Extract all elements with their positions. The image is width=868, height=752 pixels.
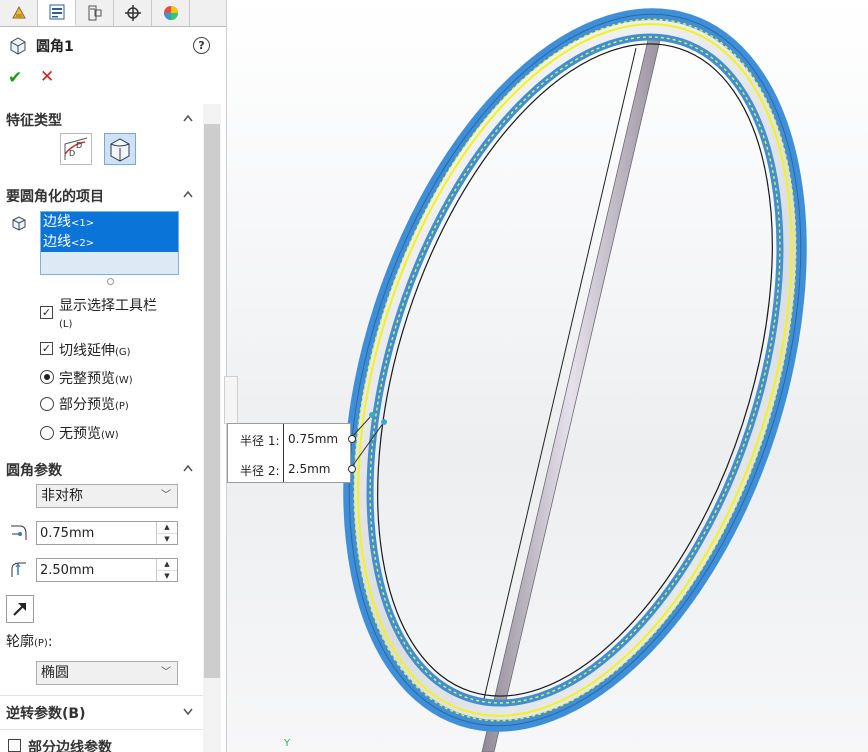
arrow-up-right-icon <box>13 603 26 616</box>
spin-down-button[interactable]: ▼ <box>157 534 177 545</box>
distance1-input[interactable]: 0.75mm ▲ ▼ <box>36 521 178 545</box>
chevron-up-icon[interactable] <box>182 462 194 474</box>
svg-text:D: D <box>69 149 75 158</box>
help-icon[interactable]: ? <box>193 37 210 54</box>
cancel-button[interactable]: ✕ <box>40 67 54 87</box>
partial-preview-radio[interactable] <box>40 397 54 411</box>
full-preview-label: 完整预览(W) <box>59 371 133 387</box>
partial-edge-checkbox[interactable] <box>8 739 21 752</box>
chevron-up-icon[interactable] <box>182 112 194 124</box>
radius1-value[interactable]: 0.75mm <box>288 432 338 446</box>
fillet-feature-icon <box>10 37 26 55</box>
radius2-value[interactable]: 2.5mm <box>288 462 330 476</box>
feature-title-row: 圆角1 ? <box>0 32 226 58</box>
graphics-viewport[interactable]: Y <box>227 0 868 752</box>
no-preview-label: 无预览(W) <box>59 426 119 442</box>
spin-down-button[interactable]: ▼ <box>157 571 177 582</box>
profile-label: 轮廓(P): <box>6 634 53 650</box>
chevron-down-icon[interactable] <box>182 705 194 717</box>
section-feature-type[interactable]: 特征类型 <box>6 110 62 130</box>
svg-text:D: D <box>76 141 82 150</box>
show-selection-toolbar-label: 显示选择工具栏 (L) <box>59 298 157 330</box>
selected-items-list[interactable]: 边线<1> 边线<2> <box>40 211 179 275</box>
callout-handle[interactable] <box>348 465 356 473</box>
section-items-to-fillet[interactable]: 要圆角化的项目 <box>6 186 104 206</box>
list-item[interactable]: 边线<1> <box>41 212 178 232</box>
display-manager-icon <box>163 6 178 20</box>
edge-selection-icon <box>12 216 26 231</box>
profile-select[interactable]: 椭圆 ﹀ <box>36 661 178 685</box>
section-partial-edge-params[interactable]: 部分边线参数 <box>28 737 112 752</box>
distance2-input[interactable]: 2.50mm ▲ ▼ <box>36 558 178 582</box>
manager-tabs <box>0 0 226 27</box>
distance1-icon <box>11 525 27 540</box>
section-fillet-params[interactable]: 圆角参数 <box>6 460 62 480</box>
ok-button[interactable]: ✔ <box>8 68 22 88</box>
tangent-propagation-label: 切线延伸(G) <box>59 343 131 359</box>
constant-size-fillet-button[interactable]: DD <box>60 133 92 165</box>
resize-handle[interactable] <box>107 278 114 285</box>
fillet-ring[interactable] <box>266 0 868 752</box>
no-preview-radio[interactable] <box>40 426 54 440</box>
partial-preview-label: 部分预览(P) <box>59 397 129 413</box>
feature-manager-icon <box>11 5 26 19</box>
divider <box>0 729 203 730</box>
callout-handle[interactable] <box>348 435 356 443</box>
property-manager: 圆角1 ? ✔ ✕ 特征类型 DD 要圆角化的项目 边线<1> 边线<2> ✓ … <box>0 0 227 752</box>
show-selection-toolbar-checkbox[interactable]: ✓ <box>40 306 53 319</box>
radius-callout[interactable]: 半径 1: 0.75mm 半径 2: 2.5mm <box>227 423 356 483</box>
chevron-down-icon: ﹀ <box>161 490 171 501</box>
distance2-icon <box>11 562 26 577</box>
panel-collapse-handle[interactable] <box>224 376 238 424</box>
full-preview-radio[interactable] <box>40 370 54 384</box>
panel-scrollbar-thumb[interactable] <box>204 124 220 678</box>
dimxpert-icon <box>124 5 141 21</box>
radius1-label: 半径 1: <box>240 434 280 448</box>
fillet-method-select[interactable]: 非对称 ﹀ <box>36 484 178 508</box>
property-manager-icon <box>49 4 64 20</box>
display-manager-tab[interactable] <box>152 0 190 26</box>
dimxpert-tab[interactable] <box>114 0 152 26</box>
list-item[interactable]: 边线<2> <box>41 232 178 252</box>
face-fillet-icon <box>110 138 130 162</box>
property-manager-tab[interactable] <box>38 0 76 26</box>
triad-y-label: Y <box>283 738 291 749</box>
variable-fillet-button[interactable] <box>104 133 136 165</box>
callout-divider <box>283 424 284 482</box>
divider <box>0 695 203 696</box>
configuration-manager-tab[interactable] <box>76 0 114 26</box>
page-title: 圆角1 <box>36 39 74 55</box>
constant-fillet-icon: DD <box>64 137 88 160</box>
section-reverse-params[interactable]: 逆转参数(B) <box>6 703 85 723</box>
configuration-manager-icon <box>88 5 101 21</box>
reverse-direction-button[interactable] <box>6 595 34 623</box>
chevron-up-icon[interactable] <box>182 188 194 200</box>
spin-up-button[interactable]: ▲ <box>157 559 177 571</box>
chevron-down-icon: ﹀ <box>161 667 171 678</box>
model-view: Y <box>266 0 868 752</box>
tangent-propagation-checkbox[interactable]: ✓ <box>40 342 53 355</box>
spin-up-button[interactable]: ▲ <box>157 522 177 534</box>
radius2-label: 半径 2: <box>240 464 280 478</box>
feature-manager-tab[interactable] <box>0 0 38 26</box>
